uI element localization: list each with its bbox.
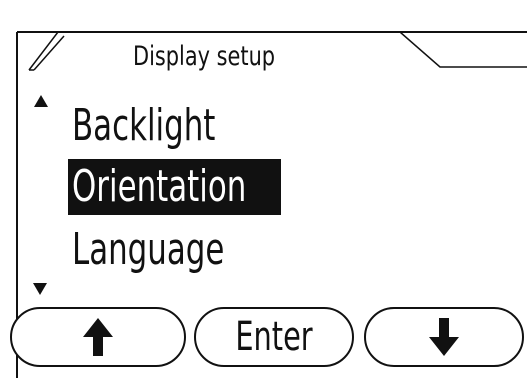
arrow-up-icon	[83, 318, 113, 356]
menu-item-language[interactable]: Language	[68, 222, 273, 278]
enter-button[interactable]: Enter	[194, 307, 354, 367]
scroll-up-indicator-icon	[34, 95, 48, 107]
menu-item-label: Language	[72, 224, 225, 275]
scroll-down-indicator-icon	[33, 283, 47, 295]
enter-button-label: Enter	[235, 314, 313, 360]
menu-item-label: Backlight	[72, 100, 216, 151]
menu-item-orientation[interactable]: Orientation	[68, 159, 281, 215]
down-button[interactable]	[364, 307, 524, 367]
arrow-down-icon	[429, 318, 459, 356]
menu-item-backlight[interactable]: Backlight	[68, 98, 262, 154]
screen-title: Display setup	[133, 41, 276, 72]
menu-item-label: Orientation	[72, 161, 247, 212]
lcd-screen: Display setup Backlight Orientation Lang…	[0, 0, 527, 378]
up-button[interactable]	[10, 307, 186, 367]
